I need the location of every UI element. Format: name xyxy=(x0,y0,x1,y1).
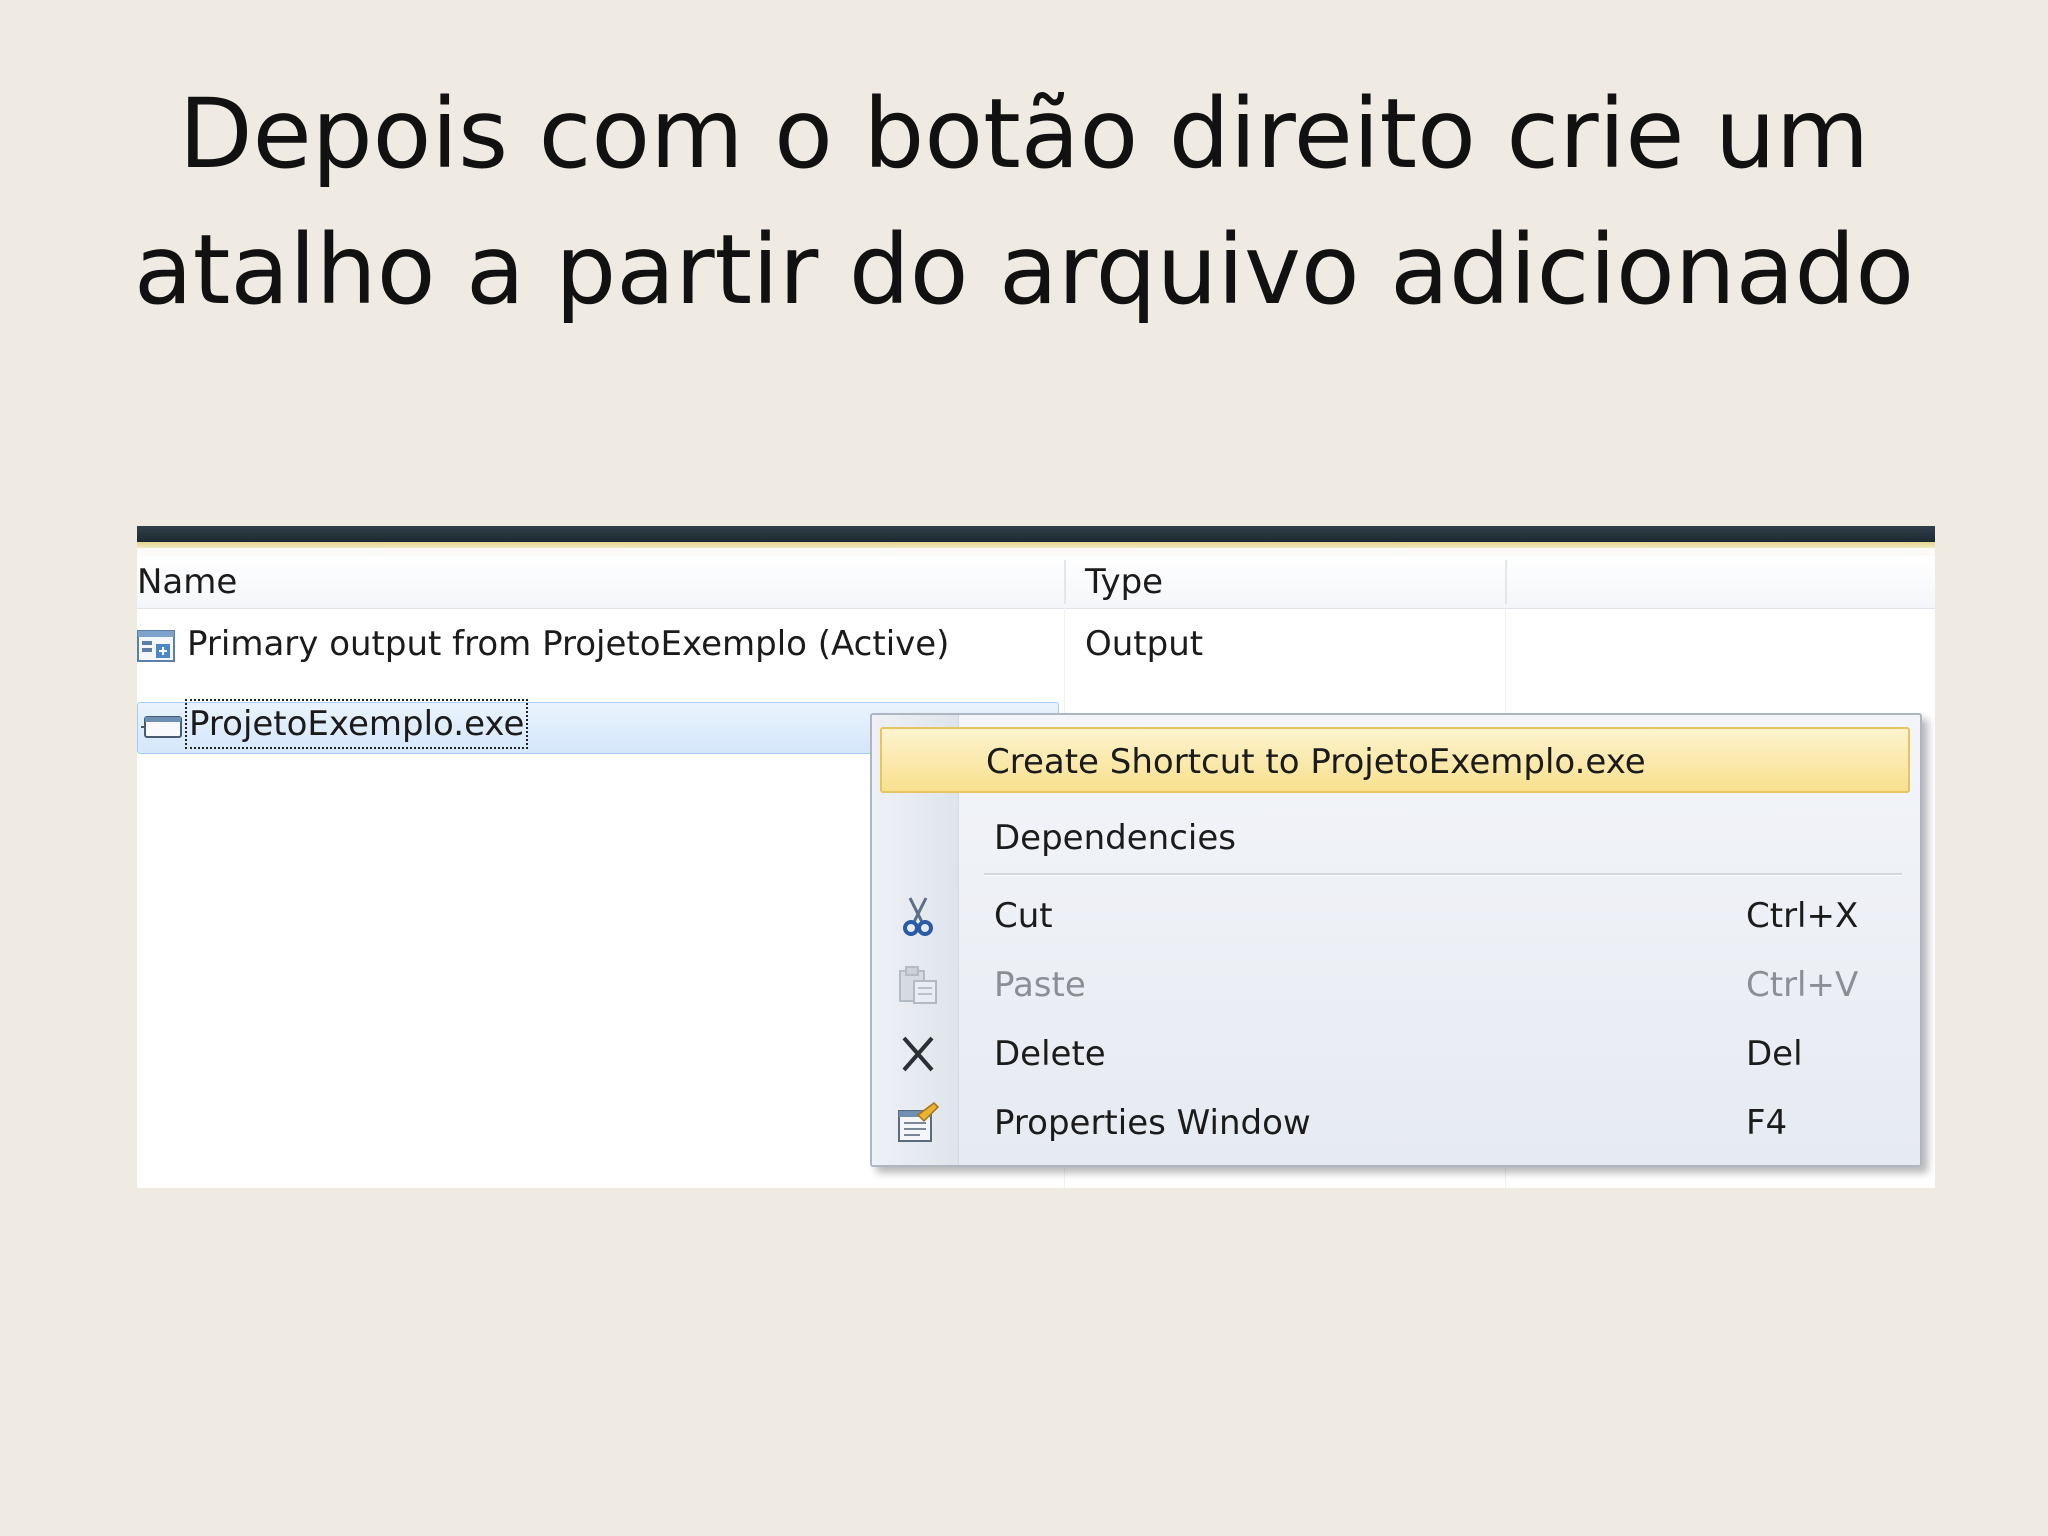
menu-item-create-shortcut[interactable]: Create Shortcut to ProjetoExemplo.exe xyxy=(880,727,1910,793)
list-item-name: Primary output from ProjetoExemplo (Acti… xyxy=(187,624,950,664)
list-item[interactable]: Primary output from ProjetoExemplo (Acti… xyxy=(137,616,1935,672)
list-item-name: ProjetoExemplo.exe xyxy=(185,699,529,749)
menu-item-shortcut: F4 xyxy=(1746,1103,1788,1143)
list-item-type: Output xyxy=(1085,624,1204,664)
delete-x-icon xyxy=(902,1036,934,1072)
window-titlebar xyxy=(137,526,1935,542)
menu-item-paste[interactable]: Paste Ctrl+V xyxy=(880,952,1910,1018)
menu-item-label: Create Shortcut to ProjetoExemplo.exe xyxy=(986,742,1646,782)
menu-item-shortcut: Ctrl+V xyxy=(1746,965,1859,1005)
slide-title-line-1: Depois com o botão direito crie um xyxy=(178,78,1870,190)
properties-icon xyxy=(898,1102,940,1142)
column-separator[interactable] xyxy=(1505,560,1507,604)
menu-item-label: Properties Window xyxy=(994,1103,1311,1143)
list-header: Name Type xyxy=(137,556,1935,609)
menu-item-shortcut: Ctrl+X xyxy=(1746,896,1859,936)
column-header-name[interactable]: Name xyxy=(137,556,237,608)
menu-item-dependencies[interactable]: Dependencies xyxy=(880,805,1910,871)
menu-item-cut[interactable]: Cut Ctrl+X xyxy=(880,883,1910,949)
exe-file-icon xyxy=(141,716,182,738)
scissors-icon xyxy=(903,897,933,936)
project-output-icon xyxy=(137,630,175,662)
menu-item-label: Paste xyxy=(994,965,1086,1005)
menu-separator xyxy=(984,873,1902,876)
menu-item-delete[interactable]: Delete Del xyxy=(880,1021,1910,1087)
slide-title-line-2: atalho a partir do arquivo adicionado xyxy=(133,214,1915,326)
context-menu: Create Shortcut to ProjetoExemplo.exe De… xyxy=(870,713,1922,1167)
titlebar-gap xyxy=(137,548,1935,556)
menu-item-label: Delete xyxy=(994,1034,1106,1074)
slide-title: Depois com o botão direito crie um atalh… xyxy=(100,66,1948,338)
column-separator[interactable] xyxy=(1064,560,1066,604)
column-header-type[interactable]: Type xyxy=(1085,556,1163,608)
menu-item-label: Dependencies xyxy=(994,818,1236,858)
clipboard-icon xyxy=(899,966,937,1004)
menu-item-shortcut: Del xyxy=(1746,1034,1803,1074)
menu-item-label: Cut xyxy=(994,896,1053,936)
menu-item-properties-window[interactable]: Properties Window F4 xyxy=(880,1090,1910,1156)
